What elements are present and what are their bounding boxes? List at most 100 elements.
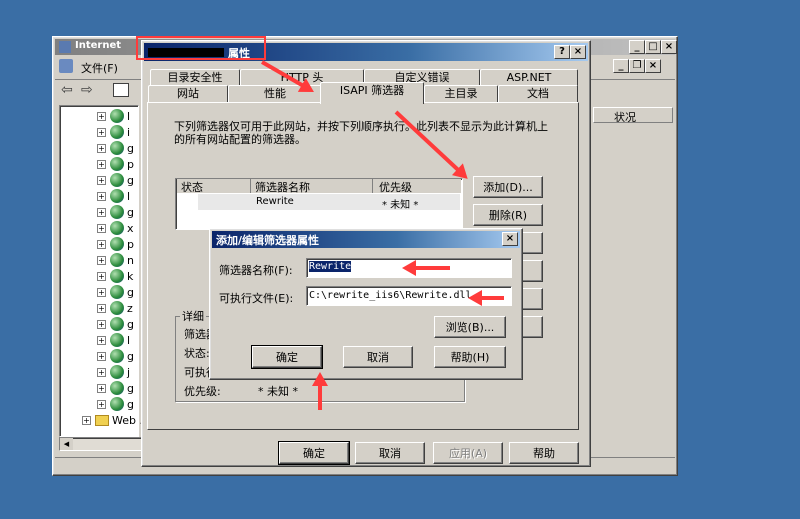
- horizontal-scrollbar[interactable]: ◀: [59, 437, 149, 451]
- col-filter-name[interactable]: 筛选器名称: [255, 179, 373, 194]
- expand-icon[interactable]: +: [97, 351, 106, 361]
- browse-button[interactable]: 浏览(B)...: [434, 316, 506, 338]
- expand-icon[interactable]: +: [97, 319, 106, 329]
- child-restore-icon[interactable]: ❐: [629, 59, 645, 73]
- website-icon: [110, 317, 124, 331]
- tree-item-web[interactable]: + Web .: [82, 412, 143, 428]
- ok-button[interactable]: 确定: [278, 441, 350, 465]
- tree-item[interactable]: + l: [97, 332, 130, 348]
- table-row[interactable]: Rewrite * 未知 *: [198, 194, 460, 211]
- website-icon: [110, 365, 124, 379]
- expand-icon[interactable]: +: [97, 111, 106, 121]
- tree-item[interactable]: + g: [97, 140, 134, 156]
- expand-icon[interactable]: +: [97, 239, 106, 249]
- col-priority[interactable]: 优先级: [379, 179, 412, 195]
- tab-home-directory[interactable]: 主目录: [424, 85, 498, 103]
- close-icon[interactable]: ×: [570, 45, 586, 59]
- close-icon[interactable]: ×: [661, 40, 677, 54]
- tab-documents[interactable]: 文档: [498, 85, 578, 103]
- website-icon: [110, 333, 124, 347]
- tree-item[interactable]: + g: [97, 316, 134, 332]
- annotation-arrow: [412, 266, 450, 270]
- detail-priority-label: 优先级:: [184, 385, 221, 398]
- tree-item[interactable]: + i: [97, 124, 130, 140]
- tree-item[interactable]: + p: [97, 156, 134, 172]
- expand-icon[interactable]: +: [97, 207, 106, 217]
- tab-website[interactable]: 网站: [148, 85, 228, 103]
- website-icon: [110, 157, 124, 171]
- list-header-status[interactable]: 状况: [614, 109, 636, 125]
- tree-item[interactable]: + p: [97, 236, 134, 252]
- filter-name-label: 筛选器名称(F):: [219, 264, 293, 277]
- website-icon: [110, 349, 124, 363]
- website-icon: [110, 173, 124, 187]
- expand-icon[interactable]: +: [97, 383, 106, 393]
- minimize-icon[interactable]: _: [629, 40, 645, 54]
- expand-icon[interactable]: +: [97, 175, 106, 185]
- child-minimize-icon[interactable]: _: [613, 59, 629, 73]
- tree-item[interactable]: + k: [97, 268, 133, 284]
- detail-priority-value: * 未知 *: [258, 385, 298, 398]
- expand-icon[interactable]: +: [97, 159, 106, 169]
- add-button[interactable]: 添加(D)...: [473, 176, 543, 198]
- maximize-icon[interactable]: □: [645, 40, 661, 54]
- annotation-arrow: [318, 382, 322, 410]
- title-highlight-box: [136, 36, 266, 60]
- website-icon: [110, 221, 124, 235]
- row-name: Rewrite: [256, 196, 294, 207]
- tree-item[interactable]: + j: [97, 364, 130, 380]
- expand-icon[interactable]: +: [82, 415, 91, 425]
- expand-icon[interactable]: +: [97, 191, 106, 201]
- menu-file[interactable]: 文件(F): [81, 60, 118, 76]
- tree-item[interactable]: + x: [97, 220, 134, 236]
- edit-ok-button[interactable]: 确定: [251, 345, 323, 369]
- tree-item[interactable]: + g: [97, 348, 134, 364]
- expand-icon[interactable]: +: [97, 127, 106, 137]
- website-icon: [110, 269, 124, 283]
- website-icon: [110, 381, 124, 395]
- tree-item[interactable]: + l: [97, 188, 130, 204]
- edit-dialog-title: 添加/编辑筛选器属性: [216, 234, 320, 247]
- show-tree-icon[interactable]: [113, 83, 129, 97]
- forward-icon[interactable]: ⇨: [81, 82, 93, 98]
- filters-description: 下列筛选器仅可用于此网站，并按下列顺序执行。此列表不显示为此计算机上的所有网站配…: [174, 120, 548, 146]
- delete-button[interactable]: 删除(R): [473, 204, 543, 226]
- expand-icon[interactable]: +: [97, 367, 106, 377]
- cancel-button[interactable]: 取消: [355, 442, 425, 464]
- expand-icon[interactable]: +: [97, 223, 106, 233]
- back-icon[interactable]: ⇦: [61, 82, 73, 98]
- tree-item[interactable]: + g: [97, 284, 134, 300]
- tree-item[interactable]: + l: [97, 108, 130, 124]
- edit-help-button[interactable]: 帮助(H): [434, 346, 506, 368]
- expand-icon[interactable]: +: [97, 271, 106, 281]
- tree-item[interactable]: + g: [97, 172, 134, 188]
- expand-icon[interactable]: +: [97, 303, 106, 313]
- expand-icon[interactable]: +: [97, 255, 106, 265]
- col-status[interactable]: 状态: [181, 179, 251, 194]
- help-icon[interactable]: ?: [554, 45, 570, 59]
- tree-item[interactable]: + z: [97, 300, 133, 316]
- help-button[interactable]: 帮助: [509, 442, 579, 464]
- tree-item[interactable]: + g: [97, 204, 134, 220]
- scroll-left-icon[interactable]: ◀: [60, 438, 73, 450]
- edit-title-bar[interactable]: 添加/编辑筛选器属性 ×: [212, 231, 520, 248]
- apply-button[interactable]: 应用(A): [433, 442, 503, 464]
- expand-icon[interactable]: +: [97, 143, 106, 153]
- mmc-icon: [59, 59, 73, 73]
- tree-item[interactable]: + g: [97, 380, 134, 396]
- folder-icon: [95, 414, 109, 426]
- filter-list-header: 状态 筛选器名称 优先级: [177, 179, 461, 195]
- expand-icon[interactable]: +: [97, 399, 106, 409]
- website-icon: [110, 285, 124, 299]
- close-icon[interactable]: ×: [502, 232, 518, 246]
- tree-item[interactable]: + g: [97, 396, 134, 412]
- expand-icon[interactable]: +: [97, 335, 106, 345]
- tab-isapi-filters[interactable]: ISAPI 筛选器: [320, 82, 424, 104]
- website-icon: [110, 301, 124, 315]
- website-icon: [110, 125, 124, 139]
- edit-cancel-button[interactable]: 取消: [343, 346, 413, 368]
- expand-icon[interactable]: +: [97, 287, 106, 297]
- website-icon: [110, 237, 124, 251]
- child-close-icon[interactable]: ×: [645, 59, 661, 73]
- tree-item[interactable]: + n: [97, 252, 134, 268]
